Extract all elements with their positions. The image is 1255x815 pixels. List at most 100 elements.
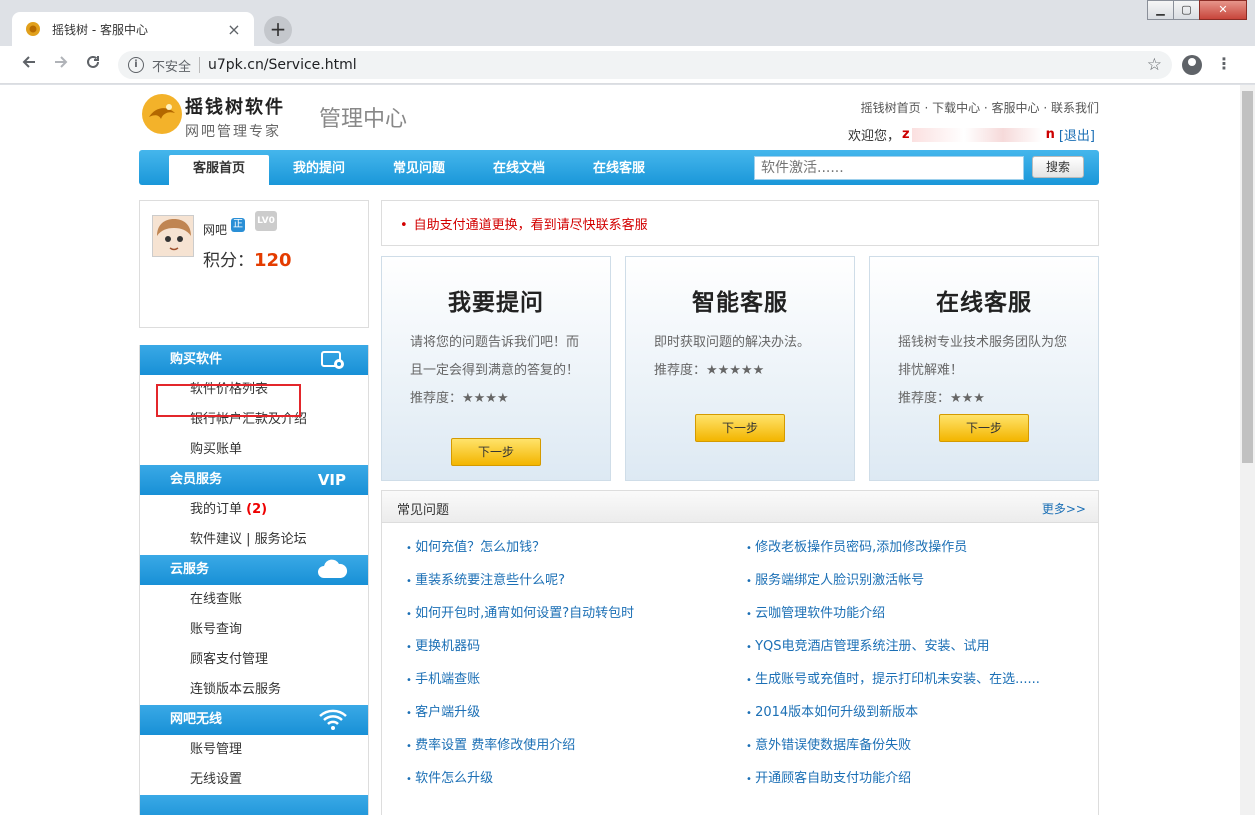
nav-tab-online-service[interactable]: 在线客服 — [579, 155, 659, 185]
username-tail: n — [1045, 127, 1055, 142]
nav-tab-my-questions[interactable]: 我的提问 — [279, 155, 359, 185]
notice-bar: • 自助支付通道更换，看到请尽快联系客服 — [381, 200, 1099, 246]
address-bar[interactable]: i 不安全 u7pk.cn/Service.html ☆ — [118, 51, 1172, 79]
profile-avatar-icon[interactable] — [1182, 55, 1202, 75]
reload-icon[interactable] — [80, 52, 106, 78]
notice-bullet: • — [400, 218, 408, 233]
nav-tab-faq[interactable]: 常见问题 — [379, 155, 459, 185]
nav-tab-docs[interactable]: 在线文档 — [479, 155, 559, 185]
notice-text[interactable]: 自助支付通道更换，看到请尽快联系客服 — [414, 218, 648, 233]
logo-icon[interactable] — [139, 91, 185, 137]
sidebar-item-label: 我的订单 — [190, 502, 243, 517]
sidebar-section-title: 购买软件 — [170, 352, 223, 367]
minimize-button[interactable]: ▁ — [1147, 0, 1174, 20]
faq-link[interactable]: 如何开包时,通宵如何设置?自动转包时 — [406, 602, 634, 621]
faq-link[interactable]: 服务端绑定人脸识别激活帐号 — [746, 569, 924, 588]
faq-link[interactable]: 重装系统要注意些什么呢? — [406, 569, 565, 588]
sidebar-section-partial — [140, 795, 368, 815]
faq-link[interactable]: 费率设置 费率修改使用介绍 — [406, 734, 575, 753]
card-ask-question: 我要提问 请将您的问题告诉我们吧！而且一定会得到满意的答复的！ 推荐度：★★★★… — [381, 256, 611, 481]
sidebar-item-suggestions[interactable]: 软件建议 | 服务论坛 — [140, 525, 368, 555]
site-favicon-icon — [24, 20, 42, 38]
faq-link[interactable]: 2014版本如何升级到新版本 — [746, 701, 918, 720]
page-scrollbar[interactable] — [1240, 85, 1255, 815]
wifi-icon — [318, 707, 348, 741]
points-value: 120 — [254, 250, 292, 271]
sidebar-section-title: 云服务 — [170, 562, 210, 577]
card-smart-service: 智能客服 即时获取问题的解决办法。 推荐度：★★★★★ 下一步 — [625, 256, 855, 481]
search-button[interactable]: 搜索 — [1032, 156, 1084, 178]
sidebar-section-title: 网吧无线 — [170, 712, 223, 727]
tab-title: 摇钱树 - 客服中心 — [52, 22, 148, 37]
close-window-button[interactable]: ✕ — [1199, 0, 1247, 20]
shopping-icon — [320, 349, 346, 381]
brand-name: 摇钱树软件 — [185, 97, 285, 118]
sidebar-item-account-query[interactable]: 账号查询 — [140, 615, 368, 645]
scrollbar-thumb[interactable] — [1242, 91, 1253, 463]
points: 积分：120 — [203, 246, 292, 271]
sidebar-item-wireless-settings[interactable]: 无线设置 — [140, 765, 368, 795]
faq-link[interactable]: 修改老板操作员密码,添加修改操作员 — [746, 536, 967, 555]
avatar[interactable] — [152, 215, 194, 257]
next-step-button[interactable]: 下一步 — [939, 414, 1029, 442]
card-online-service: 在线客服 摇钱树专业技术服务团队为您排忧解难！ 推荐度：★★★ 下一步 — [869, 256, 1099, 481]
faq-link[interactable]: 云咖管理软件功能介绍 — [746, 602, 885, 621]
faq-more-link[interactable]: 更多>> — [1042, 500, 1086, 517]
card-description: 摇钱树专业技术服务团队为您排忧解难！ — [898, 335, 1068, 378]
card-rating: 推荐度：★★★★★ — [654, 363, 765, 378]
faq-link[interactable]: 软件怎么升级 — [406, 767, 493, 786]
section-title: 管理中心 — [319, 107, 408, 132]
card-description: 即时获取问题的解决办法。 — [654, 335, 811, 350]
browser-tab[interactable]: 摇钱树 - 客服中心 × — [12, 12, 254, 46]
level-badge: LV0 — [255, 211, 277, 231]
sidebar-section-wireless[interactable]: 网吧无线 — [140, 705, 368, 735]
welcome-prefix: 欢迎您， — [847, 129, 900, 144]
logout-link[interactable]: [退出] — [1059, 125, 1095, 144]
sidebar-item-customer-payment[interactable]: 顾客支付管理 — [140, 645, 368, 675]
sidebar-section-cloud[interactable]: 云服务 — [140, 555, 368, 585]
next-step-button[interactable]: 下一步 — [695, 414, 785, 442]
sidebar-item-chain-cloud[interactable]: 连锁版本云服务 — [140, 675, 368, 705]
faq-link[interactable]: 更换机器码 — [406, 635, 480, 654]
sidebar-section-buy[interactable]: 购买软件 — [140, 345, 368, 375]
faq-link[interactable]: 意外错误使数据库备份失败 — [746, 734, 911, 753]
top-links[interactable]: 摇钱树首页 · 下载中心 · 客服中心 · 联系我们 — [861, 99, 1099, 116]
site-info-icon[interactable]: i — [128, 57, 144, 73]
verified-badge: 正 — [231, 218, 245, 232]
welcome-bar: 欢迎您， z n [退出] — [848, 125, 1095, 144]
url-text[interactable]: u7pk.cn/Service.html — [208, 57, 357, 73]
sidebar-item-my-orders[interactable]: 我的订单 (2) — [140, 495, 368, 525]
bookmark-star-icon[interactable]: ☆ — [1147, 55, 1162, 75]
browser-toolbar: i 不安全 u7pk.cn/Service.html ☆ ⋮ — [0, 46, 1255, 84]
omnibox-separator — [199, 57, 201, 73]
next-step-button[interactable]: 下一步 — [451, 438, 541, 466]
tab-close-icon[interactable]: × — [226, 20, 242, 39]
faq-link[interactable]: 生成账号或充值时，提示打印机未安装、在选...... — [746, 668, 1040, 687]
search-input[interactable] — [754, 156, 1024, 180]
sidebar-item-purchase-bill[interactable]: 购买账单 — [140, 435, 368, 465]
faq-link[interactable]: YQS电竞酒店管理系统注册、安装、试用 — [746, 635, 989, 654]
cloud-icon — [316, 558, 348, 590]
user-name: 网吧 — [203, 223, 228, 237]
card-title: 在线客服 — [936, 290, 1032, 316]
faq-link[interactable]: 客户端升级 — [406, 701, 480, 720]
nav-tab-service-home[interactable]: 客服首页 — [169, 155, 269, 185]
order-count-badge: (2) — [246, 502, 268, 517]
faq-header: 常见问题 更多>> — [382, 491, 1098, 523]
faq-link[interactable]: 开通顾客自助支付功能介绍 — [746, 767, 911, 786]
back-arrow-icon[interactable] — [16, 52, 42, 78]
browser-tabstrip: 摇钱树 - 客服中心 × + ▁ ▢ ✕ — [0, 0, 1255, 46]
new-tab-button[interactable]: + — [264, 16, 292, 44]
highlight-annotation-box — [156, 384, 301, 417]
browser-menu-icon[interactable]: ⋮ — [1216, 54, 1232, 73]
forward-arrow-icon[interactable] — [48, 52, 74, 78]
main-nav: 客服首页 我的提问 常见问题 在线文档 在线客服 搜索 — [139, 150, 1099, 185]
maximize-button[interactable]: ▢ — [1173, 0, 1200, 20]
username-redacted — [911, 127, 1042, 142]
brand-slogan: 网吧管理专家 — [185, 124, 281, 140]
faq-link[interactable]: 如何充值？怎么加钱？ — [406, 536, 545, 555]
faq-link[interactable]: 手机端查账 — [406, 668, 480, 687]
sidebar-section-member[interactable]: 会员服务 VIP — [140, 465, 368, 495]
insecure-label: 不安全 — [152, 59, 192, 75]
vip-icon: VIP — [317, 471, 346, 489]
